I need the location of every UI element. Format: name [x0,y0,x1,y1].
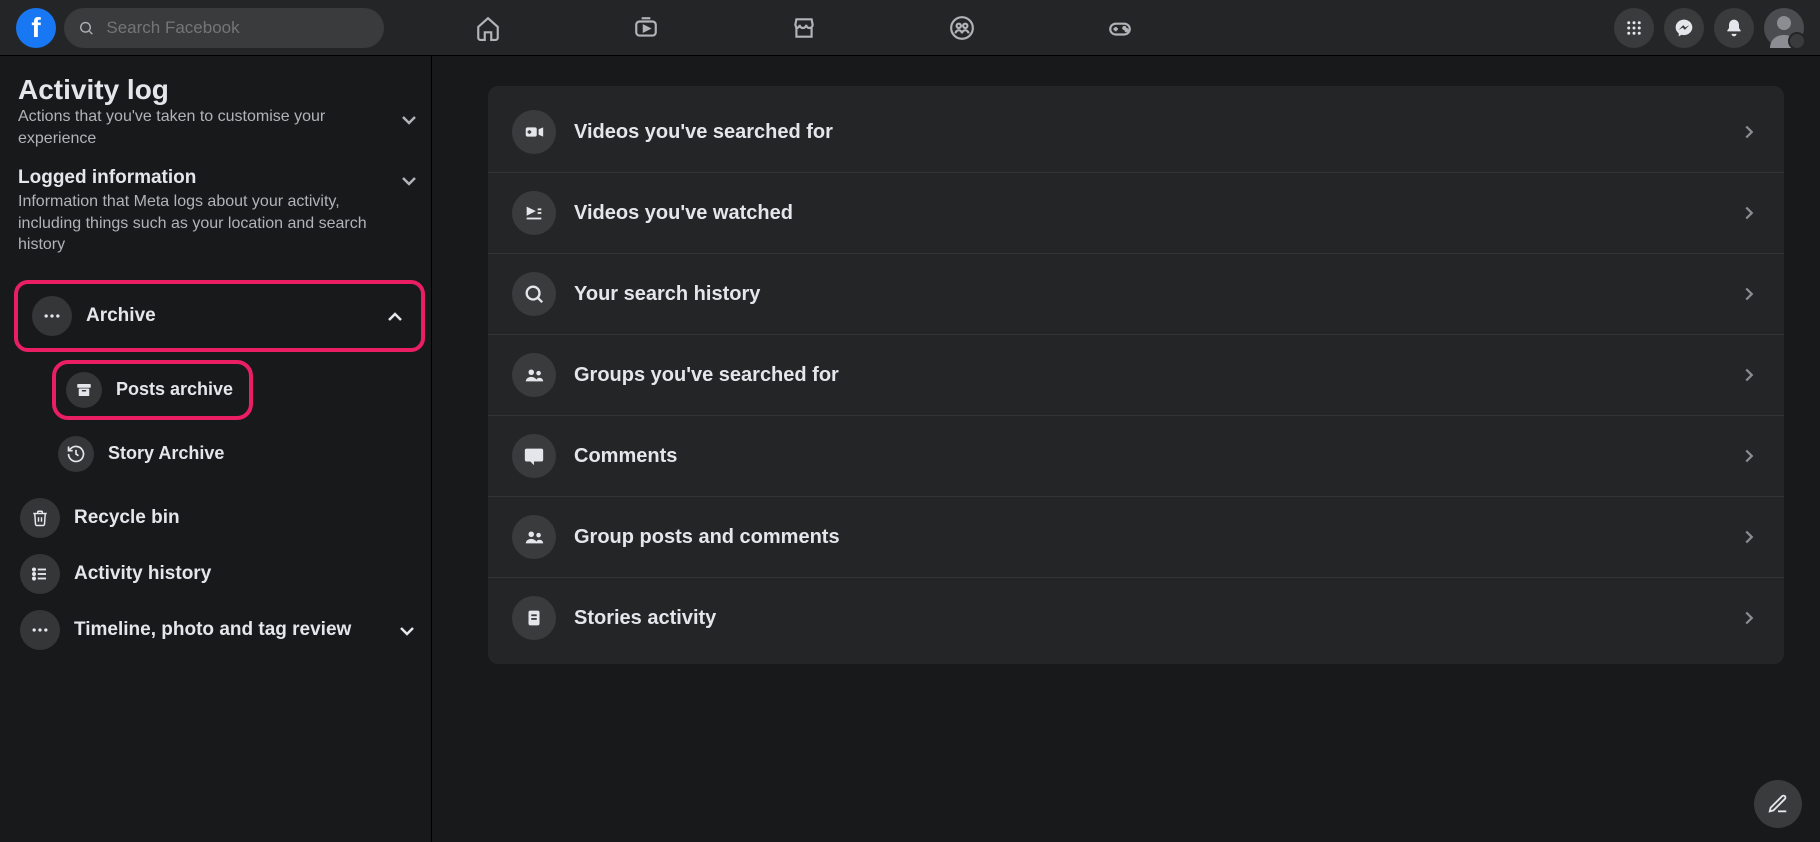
chevron-right-icon [1738,202,1760,224]
sidebar-item-archive[interactable]: Archive [26,288,413,344]
main-content: Videos you've searched for Videos you've… [432,56,1820,842]
sidebar-item-posts-archive[interactable]: Posts archive [60,366,239,414]
search-input[interactable] [104,17,370,39]
activity-history-label: Activity history [74,563,211,585]
chevron-right-icon [1738,607,1760,629]
chevron-down-icon [395,619,419,643]
chevron-down-icon [397,169,421,193]
search-icon [78,19,94,37]
edit-icon [1767,793,1789,815]
bell-icon [1724,18,1744,38]
search-icon [512,272,556,316]
list-item[interactable]: Videos you've searched for [488,92,1784,172]
item-label: Comments [574,445,1720,468]
recycle-bin-label: Recycle bin [74,507,180,529]
stories-icon [512,596,556,640]
archive-box-icon [66,372,102,408]
grid-icon [1625,19,1643,37]
sidebar-item-timeline-review[interactable]: Timeline, photo and tag review [14,602,425,658]
highlight-posts-archive: Posts archive [52,360,253,420]
nav-home[interactable] [464,4,512,52]
list-item[interactable]: Stories activity [488,577,1784,658]
facebook-logo[interactable]: f [16,8,56,48]
topbar-right [1614,8,1804,48]
gaming-icon [1107,15,1133,41]
more-icon [32,296,72,336]
facebook-logo-letter: f [31,12,40,44]
marketplace-icon [791,15,817,41]
item-label: Your search history [574,283,1720,306]
video-camera-icon [512,110,556,154]
more-icon [20,610,60,650]
clock-history-icon [58,436,94,472]
logged-info-desc: Information that Meta logs about your ac… [18,191,387,256]
sidebar-section-preferences[interactable]: Actions that you've taken to customise y… [14,102,425,163]
messenger-icon [1674,18,1694,38]
video-play-icon [512,191,556,235]
groups-icon [512,515,556,559]
activity-list-card: Videos you've searched for Videos you've… [488,86,1784,664]
menu-button[interactable] [1614,8,1654,48]
chevron-right-icon [1738,445,1760,467]
list-item[interactable]: Your search history [488,253,1784,334]
avatar-icon [1764,8,1804,48]
account-avatar[interactable] [1764,8,1804,48]
list-icon [20,554,60,594]
chevron-right-icon [1738,283,1760,305]
item-label: Videos you've searched for [574,121,1720,144]
archive-label: Archive [86,305,369,327]
logged-info-heading: Logged information [18,167,387,189]
home-icon [475,15,501,41]
nav-marketplace[interactable] [780,4,828,52]
sidebar: Activity log Actions that you've taken t… [0,56,432,842]
nav-gaming[interactable] [1096,4,1144,52]
story-archive-label: Story Archive [108,443,224,464]
comment-icon [512,434,556,478]
list-item[interactable]: Comments [488,415,1784,496]
video-icon [633,15,659,41]
item-label: Groups you've searched for [574,364,1720,387]
sidebar-item-story-archive[interactable]: Story Archive [52,430,425,478]
preferences-desc: Actions that you've taken to customise y… [18,106,387,149]
chevron-up-icon [383,305,407,329]
sidebar-item-recycle-bin[interactable]: Recycle bin [14,490,425,546]
trash-icon [20,498,60,538]
list-item[interactable]: Group posts and comments [488,496,1784,577]
notifications-button[interactable] [1714,8,1754,48]
search-container[interactable] [64,8,384,48]
posts-archive-label: Posts archive [116,379,233,400]
compose-button[interactable] [1754,780,1802,828]
chevron-right-icon [1738,121,1760,143]
item-label: Videos you've watched [574,202,1720,225]
item-label: Group posts and comments [574,526,1720,549]
chevron-right-icon [1738,364,1760,386]
chevron-down-icon [397,108,421,132]
list-item[interactable]: Groups you've searched for [488,334,1784,415]
nav-groups[interactable] [938,4,986,52]
groups-nav-icon [949,15,975,41]
center-nav [464,4,1614,52]
nav-video[interactable] [622,4,670,52]
timeline-review-label: Timeline, photo and tag review [74,619,381,641]
sidebar-item-activity-history[interactable]: Activity history [14,546,425,602]
item-label: Stories activity [574,607,1720,630]
groups-icon [512,353,556,397]
sidebar-section-logged-information[interactable]: Logged information Information that Meta… [14,163,425,270]
highlight-archive: Archive [14,280,425,352]
topbar: f [0,0,1820,56]
messenger-button[interactable] [1664,8,1704,48]
chevron-right-icon [1738,526,1760,548]
list-item[interactable]: Videos you've watched [488,172,1784,253]
